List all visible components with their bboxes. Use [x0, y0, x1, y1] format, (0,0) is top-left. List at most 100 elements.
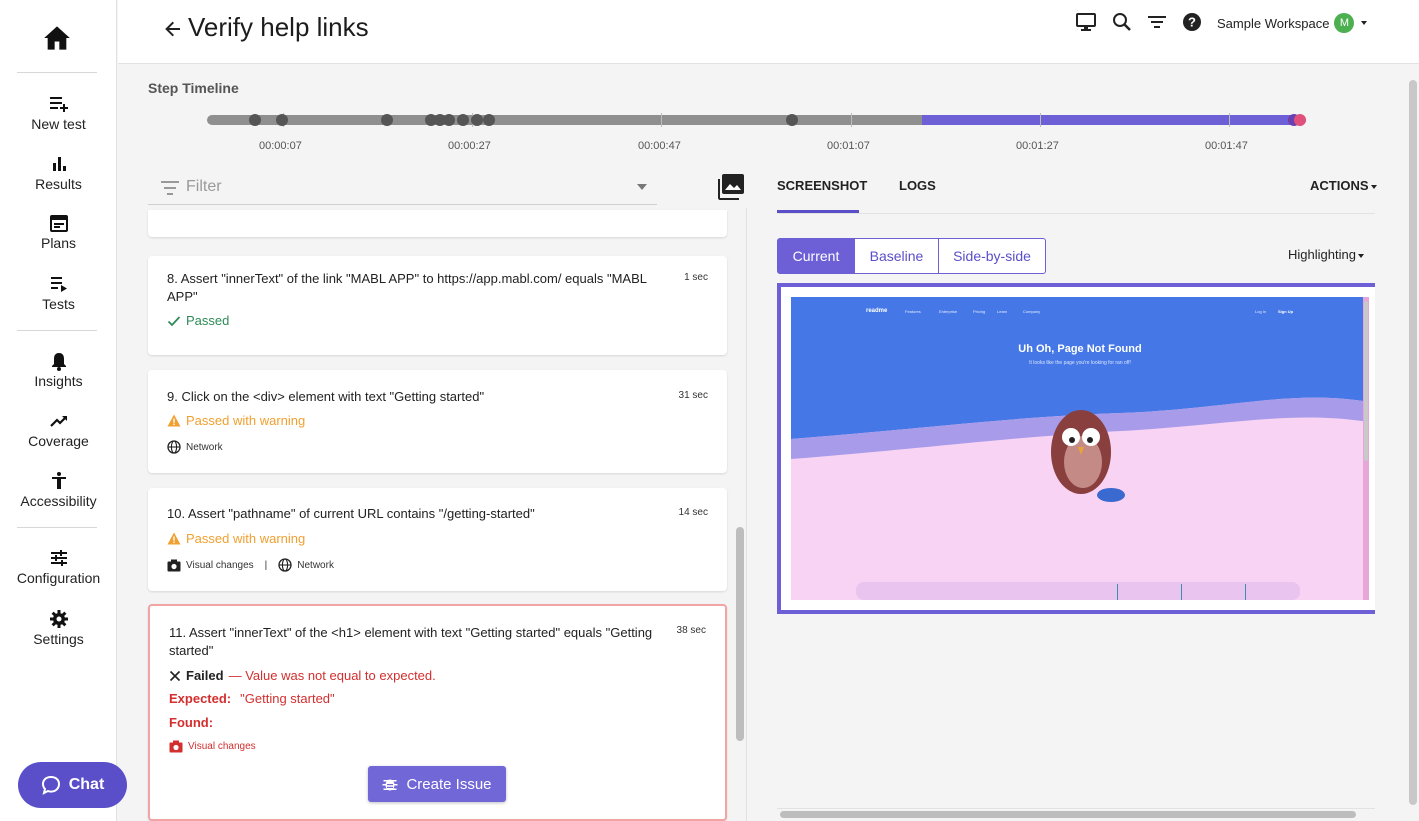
meta-visual-changes[interactable]: Visual changes [188, 741, 256, 752]
meta-network[interactable]: Network [186, 442, 223, 453]
view-side-by-side-button[interactable]: Side-by-side [939, 238, 1046, 274]
filter-placeholder: Filter [186, 178, 222, 195]
sidebar-item-configuration[interactable]: Configuration [0, 548, 117, 588]
timeline-step-marker[interactable] [276, 114, 288, 126]
monitor-icon[interactable] [1076, 12, 1096, 32]
tabs-divider [777, 213, 1375, 214]
highlighting-label: Highlighting [1288, 247, 1356, 262]
warning-icon [167, 414, 181, 427]
sidebar-item-label: Results [35, 176, 82, 192]
close-icon [169, 670, 181, 681]
sidebar-divider [17, 527, 97, 528]
timeline-step-marker[interactable] [249, 114, 261, 126]
sidebar-item-coverage[interactable]: Coverage [0, 411, 117, 451]
panel-divider [746, 208, 747, 821]
found-label: Found: [169, 715, 214, 730]
page-scrollbar[interactable] [1409, 80, 1417, 805]
sidebar-item-plans[interactable]: Plans [0, 213, 117, 253]
gear-icon [49, 610, 68, 628]
timeline-tick [1040, 113, 1041, 127]
tab-screenshot[interactable]: SCREENSHOT [777, 178, 867, 193]
back-arrow-icon[interactable] [164, 20, 182, 38]
chat-button[interactable]: Chat [18, 762, 127, 808]
step-meta: Visual changes [169, 740, 256, 753]
warning-icon [167, 532, 181, 545]
readme-login: Log In [1255, 309, 1267, 314]
step-duration: 31 sec [678, 390, 708, 401]
sidebar-item-new-test[interactable]: New test [0, 94, 117, 134]
step-card-11[interactable]: 11. Assert "innerText" of the <h1> eleme… [148, 604, 727, 821]
timeline-label: Step Timeline [148, 80, 239, 96]
step-duration: 14 sec [678, 507, 708, 518]
readme-signup: Sign Up [1278, 309, 1294, 314]
view-baseline-button[interactable]: Baseline [855, 238, 939, 274]
timeline-tick [1229, 113, 1230, 127]
home-icon[interactable] [43, 25, 71, 51]
sidebar-divider [17, 72, 97, 73]
timeline-step-marker[interactable] [786, 114, 798, 126]
step-status-label: Passed with warning [186, 413, 306, 428]
horizontal-scrollbar[interactable] [780, 811, 1356, 818]
help-icon[interactable]: ? [1182, 12, 1202, 32]
steps-scrollbar[interactable] [736, 527, 744, 741]
highlighting-dropdown[interactable]: Highlighting [1288, 247, 1364, 262]
readme-nav-item: Pricing [973, 309, 986, 314]
create-issue-label: Create Issue [406, 775, 492, 793]
dropdown-arrow-icon[interactable] [637, 184, 647, 190]
sidebar-item-label: Configuration [16, 570, 101, 586]
step-status: Failed — Value was not equal to expected… [169, 668, 436, 683]
found-row: Found: [169, 715, 213, 730]
step-card-partial[interactable] [148, 210, 727, 237]
readme-nav-item: Company [1023, 309, 1041, 314]
workspace-selector[interactable]: Sample Workspace M [1217, 13, 1368, 33]
sidebar-item-accessibility[interactable]: Accessibility [0, 471, 117, 511]
chevron-down-icon [1370, 184, 1377, 189]
sidebar-item-settings[interactable]: Settings [0, 609, 117, 649]
filter-input[interactable]: Filter [148, 172, 657, 205]
timeline-time-label: 00:01:27 [1016, 140, 1059, 152]
actions-menu[interactable]: ACTIONS [1310, 178, 1377, 193]
screenshot-image[interactable]: readme Features Enterprise Pricing Learn… [791, 297, 1369, 600]
sidebar-item-tests[interactable]: Tests [0, 274, 117, 314]
meta-separator: | [264, 559, 268, 571]
globe-icon [167, 440, 181, 454]
horizontal-scroll-track [777, 808, 1375, 809]
sidebar-item-results[interactable]: Results [0, 154, 117, 194]
view-current-button[interactable]: Current [777, 238, 855, 274]
create-issue-button[interactable]: Create Issue [368, 766, 506, 802]
step-card-8[interactable]: 8. Assert "innerText" of the link "MABL … [148, 256, 727, 355]
step-title: 11. Assert "innerText" of the <h1> eleme… [169, 625, 653, 658]
sidebar-divider [17, 330, 97, 331]
timeline-time-label: 00:00:27 [448, 140, 491, 152]
photo-library-icon[interactable] [716, 173, 746, 201]
sidebar-item-label: Insights [34, 373, 83, 389]
readme-nav-item: Enterprise [939, 309, 958, 314]
filter-icon[interactable] [1147, 12, 1167, 32]
timeline-step-marker-failed[interactable] [1294, 114, 1306, 126]
step-card-10[interactable]: 10. Assert "pathname" of current URL con… [148, 488, 727, 591]
timeline-step-marker[interactable] [483, 114, 495, 126]
step-status-label: Failed [186, 668, 224, 683]
meta-network[interactable]: Network [297, 560, 334, 571]
step-meta: Visual changes | Network [167, 558, 334, 572]
timeline-step-marker[interactable] [381, 114, 393, 126]
timeline-step-marker[interactable] [471, 114, 483, 126]
bell-icon [51, 353, 66, 371]
top-header: Verify help links ? Sample Workspace M [118, 0, 1419, 64]
camera-icon [169, 740, 183, 753]
timeline-tick [851, 113, 852, 127]
search-icon[interactable] [1112, 12, 1132, 32]
check-icon [167, 315, 181, 326]
accessibility-icon [51, 472, 66, 489]
timeline-selection[interactable] [922, 115, 1306, 125]
sidebar-item-label: New test [31, 116, 86, 132]
timeline-step-marker[interactable] [443, 114, 455, 126]
meta-visual-changes[interactable]: Visual changes [186, 560, 254, 571]
step-card-9[interactable]: 9. Click on the <div> element with text … [148, 370, 727, 473]
sidebar: New test Results Plans Tests Insights Co… [0, 0, 127, 821]
tab-logs[interactable]: LOGS [899, 178, 936, 193]
timeline-step-marker[interactable] [457, 114, 469, 126]
sidebar-item-insights[interactable]: Insights [0, 351, 117, 391]
sidebar-item-label: Settings [33, 631, 84, 647]
timeline-tick [661, 113, 662, 127]
